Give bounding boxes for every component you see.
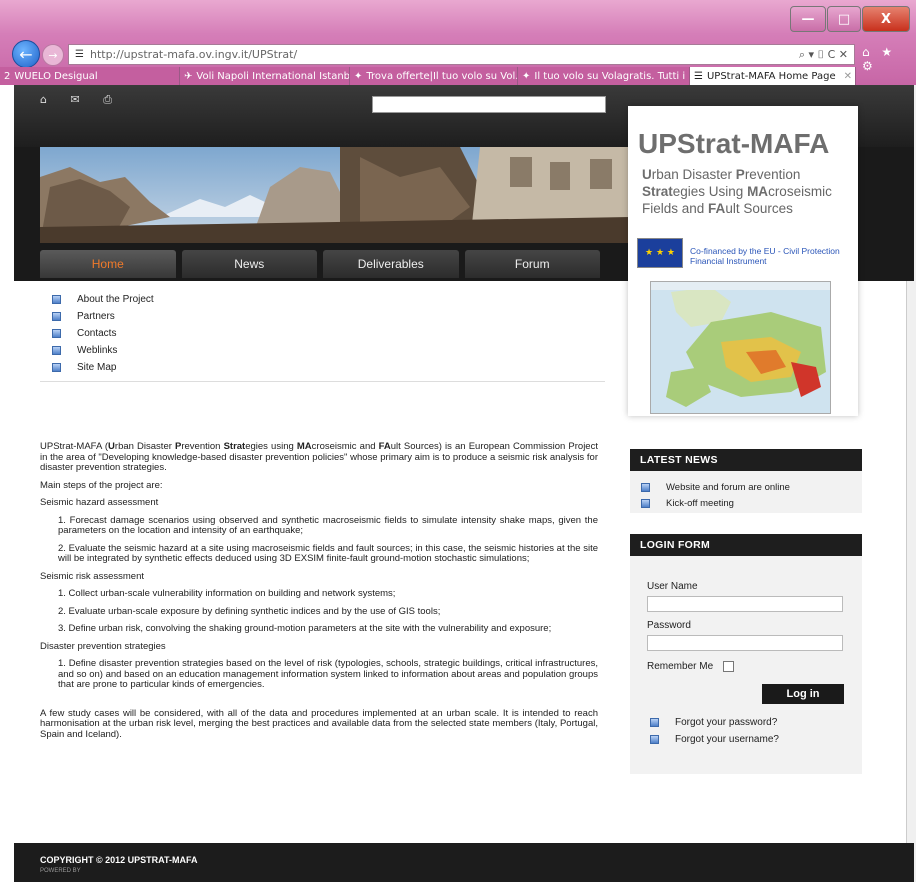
submenu-weblinks[interactable]: Weblinks: [52, 342, 154, 359]
step-item: 2. Evaluate urban-scale exposure by defi…: [58, 605, 441, 617]
menu-deliverables[interactable]: Deliverables: [323, 250, 459, 278]
news-item[interactable]: Kick-off meeting: [641, 495, 862, 511]
site-search-input[interactable]: [372, 96, 606, 113]
site-favicon-icon: ☰: [75, 49, 84, 60]
bullet-icon: [52, 295, 61, 304]
tab-wuelo[interactable]: 2 WUELO Desigual: [0, 67, 180, 85]
article-content: UPStrat-MAFA (Urban Disaster Prevention …: [40, 441, 598, 747]
submenu-sitemap[interactable]: Site Map: [52, 359, 154, 376]
submenu-contacts[interactable]: Contacts: [52, 325, 154, 342]
bullet-icon: [650, 735, 659, 744]
tab-voli-napoli[interactable]: ✈ Voli Napoli International Istanb...: [180, 67, 350, 85]
latest-news-title: LATEST NEWS: [630, 449, 862, 471]
tab-bar: 2 WUELO Desigual ✈ Voli Napoli Internation…: [0, 67, 916, 85]
section-heading: Disaster prevention strategies: [40, 640, 166, 652]
forward-button[interactable]: →: [42, 44, 64, 66]
step-item: 1. Define disaster prevention strategies…: [58, 658, 598, 690]
forgot-username-link[interactable]: Forgot your username?: [650, 731, 779, 748]
menu-home[interactable]: Home: [40, 250, 176, 278]
section-heading: Seismic hazard assessment: [40, 497, 159, 508]
address-tools[interactable]: ⌕ ▾ ⌷ C ✕: [799, 48, 848, 62]
divider: [40, 381, 605, 382]
main-menu: Home News Deliverables Forum: [40, 250, 600, 278]
earthquake-ruins-banner: [40, 147, 630, 243]
remember-me-checkbox[interactable]: [723, 661, 735, 672]
eu-cofinance-text: Co-financed by the EU - Civil Protection…: [690, 246, 840, 266]
bullet-icon: [52, 329, 61, 338]
news-label: Kick-off meeting: [666, 497, 734, 509]
back-button[interactable]: ←: [12, 40, 40, 68]
step-item: 2. Evaluate the seismic hazard at a site…: [58, 542, 598, 564]
banner-illustration: [40, 147, 630, 243]
section-heading: Seismic risk assessment: [40, 570, 144, 582]
site-favicon-icon: ☰: [694, 70, 703, 82]
remember-me-label: Remember Me: [647, 661, 714, 672]
submenu-label: Weblinks: [77, 345, 118, 356]
close-tab-icon[interactable]: ✕: [844, 71, 852, 82]
submenu-label: Partners: [77, 311, 115, 322]
login-button[interactable]: Log in: [762, 684, 844, 704]
login-form-box: LOGIN FORM User Name Password Remember M…: [630, 534, 862, 774]
username-label: User Name: [647, 581, 698, 592]
step-item: 3. Define urban risk, convolving the sha…: [58, 623, 552, 634]
latest-news-box: LATEST NEWS Website and forum are online…: [630, 449, 862, 513]
step-item: 1. Collect urban-scale vulnerability inf…: [58, 588, 396, 599]
url-text: http://upstrat-mafa.ov.ingv.it/UPStrat/: [89, 48, 298, 61]
submenu-about[interactable]: About the Project: [52, 291, 154, 308]
star-icon: ✦: [354, 70, 363, 82]
remember-me-row: Remember Me: [647, 661, 862, 672]
bullet-icon: [52, 363, 61, 372]
login-form-title: LOGIN FORM: [630, 534, 862, 556]
tab-volagratis[interactable]: ✦ Il tuo volo su Volagratis. Tutti i ...: [518, 67, 690, 85]
article-intro: UPStrat-MAFA (Urban Disaster Prevention …: [40, 441, 598, 473]
home-mail-print-icons[interactable]: ⌂ ✉ ⎙: [40, 93, 122, 107]
tab-trova-offerte[interactable]: ✦ Trova offerte|Il tuo volo su Vol...: [350, 67, 518, 85]
bullet-icon: [641, 498, 650, 508]
link-label: Forgot your password?: [675, 717, 778, 728]
bullet-icon: [650, 718, 659, 727]
username-input[interactable]: [647, 596, 843, 612]
map-illustration: [651, 282, 830, 413]
submenu-label: Site Map: [77, 362, 117, 373]
close-window-button[interactable]: X: [862, 6, 910, 32]
star-icon: ✦: [522, 70, 531, 82]
news-label: Website and forum are online: [666, 481, 790, 493]
tab-label: WUELO Desigual: [14, 70, 98, 82]
powered-by-text: POWERED BY: [40, 868, 81, 874]
news-item[interactable]: Website and forum are online: [641, 479, 862, 495]
copyright-text: COPYRIGHT © 2012 UPSTRAT-MAFA: [40, 855, 198, 865]
logo-title: UPStrat-MAFA: [638, 128, 830, 159]
tab-upstrat-home[interactable]: ☰ UPStrat-MAFA Home Page ✕: [690, 67, 856, 85]
article-closing: A few study cases will be considered, wi…: [40, 707, 598, 740]
menu-forum[interactable]: Forum: [464, 250, 600, 278]
tab-label: Voli Napoli International Istanb...: [196, 70, 350, 82]
minimize-button[interactable]: —: [790, 6, 826, 32]
tab-label: Il tuo volo su Volagratis. Tutti i ...: [534, 70, 690, 82]
maximize-button[interactable]: □: [827, 6, 861, 32]
submenu-partners[interactable]: Partners: [52, 308, 154, 325]
submenu-label: Contacts: [77, 328, 117, 339]
tab-label: UPStrat-MAFA Home Page: [706, 70, 836, 82]
link-label: Forgot your username?: [675, 734, 779, 745]
eu-flag-icon: ★ ★ ★: [637, 238, 683, 268]
password-label: Password: [647, 620, 691, 631]
plane-icon: ✈: [184, 70, 193, 82]
bullet-icon: [52, 312, 61, 321]
menu-news[interactable]: News: [181, 250, 317, 278]
europe-hazard-map: [650, 281, 831, 414]
password-input[interactable]: [647, 635, 843, 651]
address-bar[interactable]: ☰ http://upstrat-mafa.ov.ingv.it/UPStrat…: [68, 44, 855, 65]
forgot-links: Forgot your password? Forgot your userna…: [650, 714, 779, 748]
bullet-icon: [641, 482, 650, 492]
bullet-icon: [52, 346, 61, 355]
logo-subtitle: Urban Disaster Prevention Strategies Usi…: [642, 167, 832, 216]
forgot-password-link[interactable]: Forgot your password?: [650, 714, 779, 731]
submenu-list: About the Project Partners Contacts Webl…: [52, 291, 154, 376]
main-steps-label: Main steps of the project are:: [40, 479, 163, 491]
step-item: 1. Forecast damage scenarios using obser…: [58, 514, 598, 536]
tab-icon: 2: [4, 70, 11, 82]
tab-label: Trova offerte|Il tuo volo su Vol...: [366, 70, 518, 82]
submenu-label: About the Project: [77, 294, 154, 305]
